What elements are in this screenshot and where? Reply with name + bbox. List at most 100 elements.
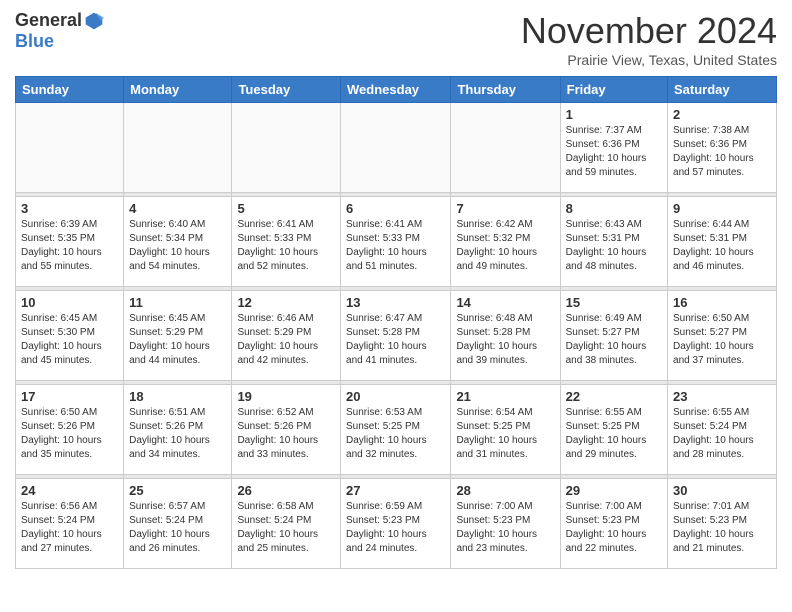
day-number: 23 (673, 389, 771, 404)
day-info: Sunrise: 6:58 AM Sunset: 5:24 PM Dayligh… (237, 500, 335, 556)
day-number: 6 (346, 201, 445, 216)
calendar-cell: 3Sunrise: 6:39 AM Sunset: 5:35 PM Daylig… (16, 197, 124, 287)
calendar-cell: 29 Sunrise: 7:00 AM Sunset: 5:23 PM Dayli… (560, 479, 667, 569)
day-number: 10 (21, 295, 118, 310)
calendar-cell: 21 Sunrise: 6:54 AM Sunset: 5:25 PM Dayli… (451, 385, 560, 475)
day-info: Sunrise: 6:48 AM Sunset: 5:28 PM Dayligh… (456, 312, 554, 368)
day-number: 22 (566, 389, 662, 404)
day-number: 27 (346, 483, 445, 498)
day-info: Sunrise: 6:39 AM Sunset: 5:35 PM Dayligh… (21, 218, 118, 274)
week-row-4: 24 Sunrise: 6:56 AM Sunset: 5:24 PM Dayli… (16, 479, 777, 569)
calendar-cell: 20 Sunrise: 6:53 AM Sunset: 5:25 PM Dayli… (341, 385, 451, 475)
weekday-header-row: SundayMondayTuesdayWednesdayThursdayFrid… (16, 77, 777, 103)
logo-icon (84, 11, 104, 31)
calendar-cell: 6 Sunrise: 6:41 AM Sunset: 5:33 PM Daylig… (341, 197, 451, 287)
week-row-1: 3Sunrise: 6:39 AM Sunset: 5:35 PM Daylig… (16, 197, 777, 287)
day-info: Sunrise: 6:42 AM Sunset: 5:32 PM Dayligh… (456, 218, 554, 274)
calendar-cell: 25 Sunrise: 6:57 AM Sunset: 5:24 PM Dayli… (124, 479, 232, 569)
day-info: Sunrise: 6:51 AM Sunset: 5:26 PM Dayligh… (129, 406, 226, 462)
logo-general: General (15, 10, 82, 31)
day-info: Sunrise: 6:56 AM Sunset: 5:24 PM Dayligh… (21, 500, 118, 556)
calendar-cell: 1 Sunrise: 7:37 AM Sunset: 6:36 PM Daylig… (560, 103, 667, 193)
calendar-cell: 12Sunrise: 6:46 AM Sunset: 5:29 PM Dayli… (232, 291, 341, 381)
calendar-cell: 19Sunrise: 6:52 AM Sunset: 5:26 PM Dayli… (232, 385, 341, 475)
day-number: 4 (129, 201, 226, 216)
day-number: 16 (673, 295, 771, 310)
day-number: 11 (129, 295, 226, 310)
day-number: 20 (346, 389, 445, 404)
day-number: 14 (456, 295, 554, 310)
week-row-2: 10Sunrise: 6:45 AM Sunset: 5:30 PM Dayli… (16, 291, 777, 381)
day-info: Sunrise: 6:55 AM Sunset: 5:25 PM Dayligh… (566, 406, 662, 462)
day-info: Sunrise: 6:40 AM Sunset: 5:34 PM Dayligh… (129, 218, 226, 274)
day-info: Sunrise: 6:44 AM Sunset: 5:31 PM Dayligh… (673, 218, 771, 274)
day-number: 5 (237, 201, 335, 216)
calendar-cell: 15Sunrise: 6:49 AM Sunset: 5:27 PM Dayli… (560, 291, 667, 381)
day-info: Sunrise: 7:00 AM Sunset: 5:23 PM Dayligh… (456, 500, 554, 556)
page-header: General Blue November 2024 Prairie View,… (15, 10, 777, 68)
calendar-table: SundayMondayTuesdayWednesdayThursdayFrid… (15, 76, 777, 569)
day-info: Sunrise: 6:54 AM Sunset: 5:25 PM Dayligh… (456, 406, 554, 462)
calendar-cell: 28 Sunrise: 7:00 AM Sunset: 5:23 PM Dayli… (451, 479, 560, 569)
day-info: Sunrise: 6:59 AM Sunset: 5:23 PM Dayligh… (346, 500, 445, 556)
calendar-cell: 9 Sunrise: 6:44 AM Sunset: 5:31 PM Daylig… (668, 197, 777, 287)
day-info: Sunrise: 7:38 AM Sunset: 6:36 PM Dayligh… (673, 124, 771, 180)
calendar-cell (16, 103, 124, 193)
day-info: Sunrise: 6:57 AM Sunset: 5:24 PM Dayligh… (129, 500, 226, 556)
calendar-cell: 22 Sunrise: 6:55 AM Sunset: 5:25 PM Dayli… (560, 385, 667, 475)
calendar-cell: 27 Sunrise: 6:59 AM Sunset: 5:23 PM Dayli… (341, 479, 451, 569)
calendar-cell: 13 Sunrise: 6:47 AM Sunset: 5:28 PM Dayli… (341, 291, 451, 381)
day-number: 25 (129, 483, 226, 498)
calendar-cell: 11 Sunrise: 6:45 AM Sunset: 5:29 PM Dayli… (124, 291, 232, 381)
calendar-cell: 18 Sunrise: 6:51 AM Sunset: 5:26 PM Dayli… (124, 385, 232, 475)
calendar-cell: 10Sunrise: 6:45 AM Sunset: 5:30 PM Dayli… (16, 291, 124, 381)
day-number: 24 (21, 483, 118, 498)
weekday-header-monday: Monday (124, 77, 232, 103)
day-info: Sunrise: 6:55 AM Sunset: 5:24 PM Dayligh… (673, 406, 771, 462)
weekday-header-sunday: Sunday (16, 77, 124, 103)
day-number: 29 (566, 483, 662, 498)
day-info: Sunrise: 7:00 AM Sunset: 5:23 PM Dayligh… (566, 500, 662, 556)
title-area: November 2024 Prairie View, Texas, Unite… (521, 10, 777, 68)
day-number: 12 (237, 295, 335, 310)
week-row-0: 1 Sunrise: 7:37 AM Sunset: 6:36 PM Daylig… (16, 103, 777, 193)
day-info: Sunrise: 6:47 AM Sunset: 5:28 PM Dayligh… (346, 312, 445, 368)
calendar-cell: 2Sunrise: 7:38 AM Sunset: 6:36 PM Daylig… (668, 103, 777, 193)
weekday-header-wednesday: Wednesday (341, 77, 451, 103)
calendar-cell (341, 103, 451, 193)
day-info: Sunrise: 6:52 AM Sunset: 5:26 PM Dayligh… (237, 406, 335, 462)
calendar-cell: 24 Sunrise: 6:56 AM Sunset: 5:24 PM Dayli… (16, 479, 124, 569)
day-number: 30 (673, 483, 771, 498)
day-info: Sunrise: 7:01 AM Sunset: 5:23 PM Dayligh… (673, 500, 771, 556)
day-number: 21 (456, 389, 554, 404)
day-info: Sunrise: 6:53 AM Sunset: 5:25 PM Dayligh… (346, 406, 445, 462)
weekday-header-tuesday: Tuesday (232, 77, 341, 103)
day-number: 26 (237, 483, 335, 498)
day-info: Sunrise: 6:45 AM Sunset: 5:29 PM Dayligh… (129, 312, 226, 368)
day-number: 1 (566, 107, 662, 122)
day-info: Sunrise: 6:49 AM Sunset: 5:27 PM Dayligh… (566, 312, 662, 368)
calendar-cell: 30 Sunrise: 7:01 AM Sunset: 5:23 PM Dayli… (668, 479, 777, 569)
day-info: Sunrise: 6:41 AM Sunset: 5:33 PM Dayligh… (346, 218, 445, 274)
month-title: November 2024 (521, 10, 777, 52)
calendar-cell (124, 103, 232, 193)
calendar-cell: 16 Sunrise: 6:50 AM Sunset: 5:27 PM Dayli… (668, 291, 777, 381)
day-number: 9 (673, 201, 771, 216)
location: Prairie View, Texas, United States (521, 52, 777, 68)
calendar-cell: 4 Sunrise: 6:40 AM Sunset: 5:34 PM Daylig… (124, 197, 232, 287)
weekday-header-friday: Friday (560, 77, 667, 103)
day-info: Sunrise: 6:43 AM Sunset: 5:31 PM Dayligh… (566, 218, 662, 274)
day-number: 18 (129, 389, 226, 404)
calendar-cell: 7 Sunrise: 6:42 AM Sunset: 5:32 PM Daylig… (451, 197, 560, 287)
day-info: Sunrise: 7:37 AM Sunset: 6:36 PM Dayligh… (566, 124, 662, 180)
day-number: 28 (456, 483, 554, 498)
day-number: 7 (456, 201, 554, 216)
calendar-cell (232, 103, 341, 193)
calendar-cell: 26 Sunrise: 6:58 AM Sunset: 5:24 PM Dayli… (232, 479, 341, 569)
calendar-cell (451, 103, 560, 193)
day-number: 17 (21, 389, 118, 404)
day-info: Sunrise: 6:50 AM Sunset: 5:27 PM Dayligh… (673, 312, 771, 368)
weekday-header-saturday: Saturday (668, 77, 777, 103)
day-number: 13 (346, 295, 445, 310)
day-info: Sunrise: 6:41 AM Sunset: 5:33 PM Dayligh… (237, 218, 335, 274)
